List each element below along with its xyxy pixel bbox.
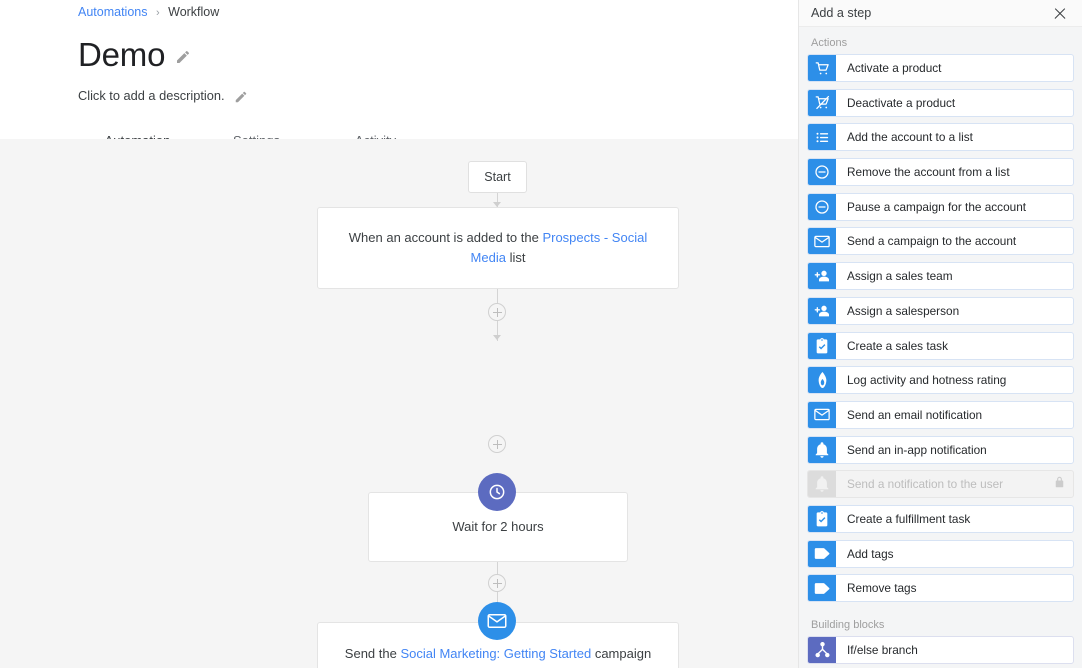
step-item-label: Add the account to a list: [847, 130, 973, 145]
step-item-send-an-email-notification[interactable]: Send an email notification: [807, 400, 1074, 429]
step-item-label: Assign a sales team: [847, 269, 953, 284]
person-add-icon: [808, 263, 836, 290]
step-item-label: Remove the account from a list: [847, 165, 1010, 180]
node-wait-label: Wait for 2 hours: [452, 519, 544, 534]
add-step-button[interactable]: [488, 574, 506, 592]
branch-icon: [808, 637, 836, 663]
tag-icon: [808, 575, 836, 602]
minus-circle-icon: [808, 159, 836, 186]
step-item-deactivate-a-product[interactable]: Deactivate a product: [807, 88, 1074, 117]
step-item-label: Deactivate a product: [847, 95, 956, 110]
panel-body: Actions Activate a product Deactivate a …: [799, 27, 1082, 664]
step-item-send-a-notification-to-the-user: Send a notification to the user: [807, 470, 1074, 499]
step-item-create-a-fulfillment-task[interactable]: Create a fulfillment task: [807, 504, 1074, 533]
add-step-button[interactable]: [488, 303, 506, 321]
envelope-icon[interactable]: [478, 602, 516, 640]
step-item-pause-a-campaign-for-the-account[interactable]: Pause a campaign for the account: [807, 192, 1074, 221]
bell-icon: [808, 436, 836, 463]
step-item-label: Create a fulfillment task: [847, 511, 971, 526]
step-item-label: Pause a campaign for the account: [847, 199, 1027, 214]
title-row: Demo: [78, 36, 798, 74]
step-item-log-activity-and-hotness-rating[interactable]: Log activity and hotness rating: [807, 366, 1074, 395]
section-label-building-blocks: Building blocks: [811, 619, 885, 631]
step-item-add-the-account-to-a-list[interactable]: Add the account to a list: [807, 123, 1074, 152]
step-item-remove-tags[interactable]: Remove tags: [807, 574, 1074, 603]
step-item-add-tags[interactable]: Add tags: [807, 539, 1074, 568]
pencil-icon[interactable]: [175, 49, 191, 65]
page-title: Demo: [78, 36, 166, 73]
workflow-canvas[interactable]: Start When an account is added to the Pr…: [0, 139, 798, 668]
step-item-label: Log activity and hotness rating: [847, 373, 1007, 388]
add-step-button[interactable]: [488, 435, 506, 453]
cart-slash-icon: [808, 89, 836, 116]
clock-icon[interactable]: [478, 473, 516, 511]
description-placeholder: Click to add a description.: [78, 88, 225, 103]
step-item-send-a-campaign-to-the-account[interactable]: Send a campaign to the account: [807, 227, 1074, 256]
pencil-icon[interactable]: [234, 90, 248, 104]
section-label-actions: Actions: [811, 37, 848, 49]
step-item-label: Send an in-app notification: [847, 442, 987, 457]
trigger-suffix: list: [505, 250, 526, 265]
step-item-label: Send a campaign to the account: [847, 234, 1017, 249]
panel-title: Add a step: [811, 6, 872, 20]
step-item-label: Send an email notification: [847, 407, 983, 422]
node-send-campaign-text: Send the Social Marketing: Getting Start…: [318, 644, 678, 668]
step-item-activate-a-product[interactable]: Activate a product: [807, 54, 1074, 82]
breadcrumb-automations-link[interactable]: Automations: [78, 5, 147, 19]
tag-icon: [808, 540, 836, 567]
breadcrumb-separator: ›: [155, 7, 160, 19]
step-item-label: Activate a product: [847, 61, 942, 75]
step-item-assign-a-sales-team[interactable]: Assign a sales team: [807, 262, 1074, 291]
node-trigger[interactable]: When an account is added to the Prospect…: [317, 207, 679, 289]
main-content: Automations › Workflow Demo Click to add…: [0, 0, 798, 668]
add-step-panel: Add a step Actions Activate a product De…: [798, 0, 1082, 668]
step-item-label: Create a sales task: [847, 338, 948, 353]
step-item-label: If/else branch: [847, 643, 918, 657]
panel-header: Add a step: [799, 0, 1082, 27]
workflow-diagram: Start When an account is added to the Pr…: [0, 139, 798, 668]
step-item-label: Remove tags: [847, 581, 917, 596]
step-item-if-else-branch[interactable]: If/else branch: [807, 636, 1074, 664]
person-add-icon: [808, 297, 836, 324]
node-start-label: Start: [484, 170, 511, 184]
automation-builder-screen: Automations › Workflow Demo Click to add…: [0, 0, 1082, 668]
step-item-remove-the-account-from-a-list[interactable]: Remove the account from a list: [807, 158, 1074, 187]
step-item-send-an-in-app-notification[interactable]: Send an in-app notification: [807, 435, 1074, 464]
clipboard-check-icon: [808, 505, 836, 532]
flame-icon: [808, 367, 836, 394]
step-item-assign-a-salesperson[interactable]: Assign a salesperson: [807, 296, 1074, 325]
lock-icon: [1054, 475, 1065, 493]
breadcrumb-current: Workflow: [168, 5, 220, 19]
send-campaign-link[interactable]: Social Marketing: Getting Started: [400, 646, 591, 661]
breadcrumb: Automations › Workflow: [78, 0, 798, 22]
bell-icon: [808, 471, 836, 498]
envelope-icon: [808, 401, 836, 428]
description-row[interactable]: Click to add a description.: [78, 88, 798, 103]
step-item-create-a-sales-task[interactable]: Create a sales task: [807, 331, 1074, 360]
send-prefix: Send the: [344, 646, 401, 661]
close-icon[interactable]: [1052, 5, 1068, 21]
node-trigger-text: When an account is added to the Prospect…: [318, 228, 678, 268]
step-item-label: Assign a salesperson: [847, 303, 960, 318]
step-item-label: Add tags: [847, 546, 894, 561]
node-start[interactable]: Start: [468, 161, 527, 193]
envelope-icon: [808, 228, 836, 255]
arrowhead: [493, 335, 501, 340]
page-header: Automations › Workflow Demo Click to add…: [0, 0, 798, 160]
step-item-label: Send a notification to the user: [847, 477, 1004, 492]
trigger-prefix: When an account is added to the: [348, 230, 543, 245]
cart-icon: [808, 55, 836, 81]
clipboard-check-icon: [808, 332, 836, 359]
list-icon: [808, 124, 836, 151]
minus-circle-icon: [808, 193, 836, 220]
